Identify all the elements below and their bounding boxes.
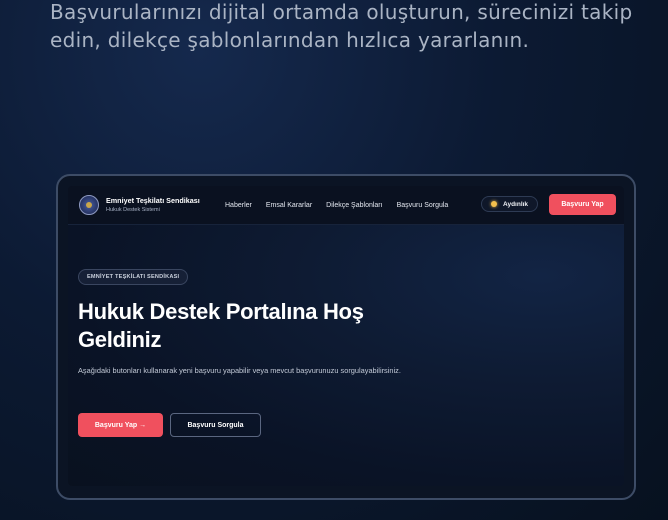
main-nav: Haberler Emsal Kararlar Dilekçe Şablonla… [225,186,462,224]
nav-item-emsal-kararlar[interactable]: Emsal Kararlar [266,202,312,209]
brand-title: Emniyet Teşkilatı Sendikası [106,195,200,205]
hero-title: Hukuk Destek Portalına Hoş Geldiniz [78,299,364,352]
sun-icon [491,201,497,207]
nav-item-dilekce-sablonlari[interactable]: Dilekçe Şablonları [326,202,382,209]
theme-toggle-label: Aydınlık [503,200,529,208]
intro-text: Başvurularınızı dijital ortamda oluşturu… [50,0,633,52]
query-application-button[interactable]: Başvuru Sorgula [170,413,261,437]
brand-subtitle: Hukuk Destek Sistemi [106,206,160,213]
apply-button[interactable]: Başvuru Yap → [78,413,163,437]
union-logo-icon[interactable] [79,195,99,215]
device-mockup: Emniyet Teşkilatı Sendikası Hukuk Destek… [56,174,636,500]
portal-header: Emniyet Teşkilatı Sendikası Hukuk Destek… [68,186,624,225]
emblem-center [86,202,92,208]
header-apply-button[interactable]: Başvuru Yap [549,194,616,215]
hero-description: Aşağıdaki butonları kullanarak yeni başv… [78,366,401,375]
brand[interactable]: Emniyet Teşkilatı Sendikası Hukuk Destek… [106,196,200,215]
portal-screen: Emniyet Teşkilatı Sendikası Hukuk Destek… [68,186,624,486]
theme-toggle-button[interactable]: Aydınlık [481,196,539,212]
hero-badge: EMNİYET TEŞKİLATI SENDİKASI [78,269,189,285]
nav-item-haberler[interactable]: Haberler [225,202,252,209]
nav-item-basvuru-sorgula[interactable]: Başvuru Sorgula [397,202,449,209]
